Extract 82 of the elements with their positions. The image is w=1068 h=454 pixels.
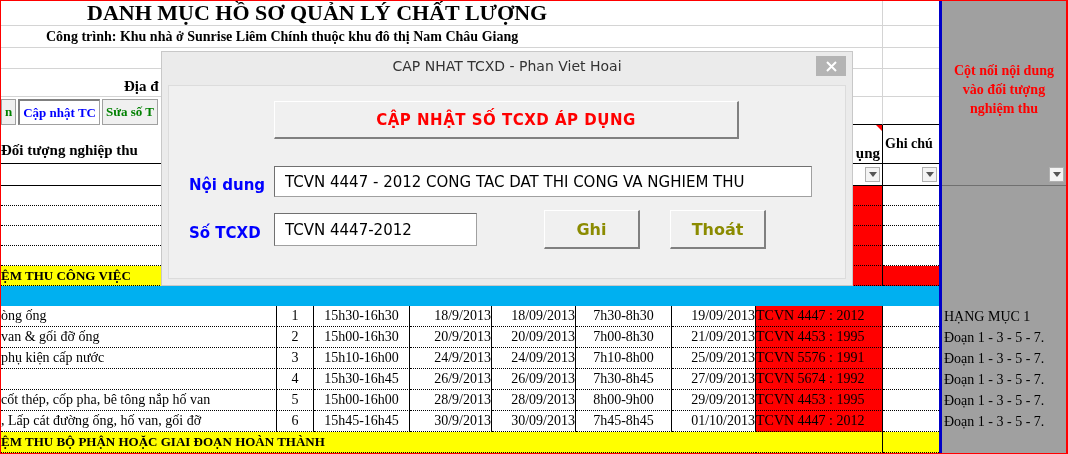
filter-dropdown-button[interactable]: [922, 167, 937, 182]
column-header: Ghi chú: [885, 136, 933, 152]
filter-dropdown-button[interactable]: [865, 167, 880, 182]
filter-dropdown-button[interactable]: [1049, 167, 1064, 182]
caret-icon: [925, 172, 934, 177]
update-standard-button[interactable]: CẬP NHẬT SỐ TCXD ÁP DỤNG: [274, 101, 739, 139]
table-cell: van & gối đỡ ống: [1, 327, 277, 348]
table-cell: 7h00-8h30: [576, 327, 672, 348]
table-cell: Đoạn 1 - 3 - 5 - 7.: [942, 390, 1066, 411]
table-cell: 24/9/2013: [410, 348, 492, 369]
table-cell: 21/09/2013: [672, 327, 756, 348]
table-cell: 24/09/2013: [492, 348, 576, 369]
dialog-title: CAP NHAT TCXD - Phan Viet Hoai: [392, 58, 622, 74]
table-cell: 15h45-16h45: [314, 411, 410, 432]
column-header: Cột nối nội dung vào đối tượng nghiệm thu: [953, 62, 1055, 118]
table-cell: 26/9/2013: [410, 369, 492, 390]
dialog-button[interactable]: Thoát: [670, 210, 766, 249]
table-cell: 15h30-16h45: [314, 369, 410, 390]
table-cell: 30/09/2013: [492, 411, 576, 432]
table-cell: 26/09/2013: [492, 369, 576, 390]
section-heading: ỆM THU BỘ PHẬN HOẶC GIAI ĐOẠN HOÀN THÀNH: [1, 434, 325, 450]
table-cell: Đoạn 1 - 3 - 5 - 7.: [942, 327, 1066, 348]
table-cell: 19/09/2013: [672, 306, 756, 327]
table-cell: 01/10/2013: [672, 411, 756, 432]
table-cell: 15h00-16h00: [314, 390, 410, 411]
table-cell: phụ kiện cấp nước: [1, 348, 277, 369]
table-cell: 25/09/2013: [672, 348, 756, 369]
table-cell: TCVN 4453 : 1995: [756, 390, 883, 411]
table-cell: 7h30-8h30: [576, 306, 672, 327]
table-cell: TCVN 4453 : 1995: [756, 327, 883, 348]
standard-number-field[interactable]: TCVN 4447-2012: [274, 213, 477, 246]
table-cell: 5: [277, 390, 314, 411]
table-cell: Đoạn 1 - 3 - 5 - 7.: [942, 369, 1066, 390]
table-cell: 15h00-16h30: [314, 327, 410, 348]
table-cell: 28/09/2013: [492, 390, 576, 411]
sheet-button[interactable]: n: [1, 99, 17, 125]
column-header: Đối tượng nghiệp thu: [1, 142, 138, 159]
sheet-title: DANH MỤC HỒ SƠ QUẢN LÝ CHẤT LƯỢNG: [86, 1, 548, 26]
table-cell: , Lấp cát đường ống, hố van, gối đỡ: [1, 411, 277, 432]
section-heading: ỆM THU CÔNG VIỆC: [1, 267, 131, 284]
column-header: ụng: [855, 145, 880, 162]
table-cell: 20/9/2013: [410, 327, 492, 348]
table-cell: TCVN 4447 : 2012: [756, 306, 883, 327]
table-cell: 7h30-8h45: [576, 369, 672, 390]
table-cell: 15h30-16h30: [314, 306, 410, 327]
project-name: Công trình: Khu nhà ở Sunrise Liêm Chính thuộc khu đô thị Nam Châu Giang: [45, 28, 519, 45]
table-cell: 27/09/2013: [672, 369, 756, 390]
table-cell: 30/9/2013: [410, 411, 492, 432]
table-cell: 8h00-9h00: [576, 390, 672, 411]
table-cell: 28/9/2013: [410, 390, 492, 411]
table-cell: 4: [277, 369, 314, 390]
table-cell: 18/09/2013: [492, 306, 576, 327]
sheet-button[interactable]: Cập nhật TC: [18, 99, 100, 125]
table-cell: Đoạn 1 - 3 - 5 - 7.: [942, 411, 1066, 432]
table-cell: TCVN 5674 : 1992: [756, 369, 883, 390]
table-cell: 7h45-8h45: [576, 411, 672, 432]
table-cell: TCVN 4447 : 2012: [756, 411, 883, 432]
sheet-button[interactable]: Sửa số T: [101, 99, 158, 125]
caret-icon: [868, 172, 877, 177]
table-cell: TCVN 5576 : 1991: [756, 348, 883, 369]
table-cell: òng ống: [1, 306, 277, 327]
caret-icon: [1052, 172, 1061, 177]
table-cell: cốt thép, cốp pha, bê tông nắp hố van: [1, 390, 277, 411]
table-cell: [883, 266, 939, 286]
table-cell: HẠNG MỤC 1: [942, 306, 1066, 327]
table-cell: 1: [277, 306, 314, 327]
table-cell: 15h10-16h00: [314, 348, 410, 369]
field-label: Số TCXD: [189, 222, 262, 242]
table-cell: 6: [277, 411, 314, 432]
table-cell: 3: [277, 348, 314, 369]
field-label: Nội dung: [189, 174, 267, 194]
table-cell: 7h10-8h00: [576, 348, 672, 369]
table-cell: 29/09/2013: [672, 390, 756, 411]
table-cell: 20/09/2013: [492, 327, 576, 348]
table-cell: [883, 432, 939, 453]
content-field[interactable]: TCVN 4447 - 2012 CONG TAC DAT THI CONG VA NGHIEM THU: [274, 166, 812, 197]
table-cell: Đoạn 1 - 3 - 5 - 7.: [942, 348, 1066, 369]
close-icon: [825, 60, 837, 72]
dialog-button[interactable]: Ghi: [544, 210, 640, 249]
location-label: Địa đ: [123, 77, 159, 95]
table-cell: 2: [277, 327, 314, 348]
table-cell: 18/9/2013: [410, 306, 492, 327]
